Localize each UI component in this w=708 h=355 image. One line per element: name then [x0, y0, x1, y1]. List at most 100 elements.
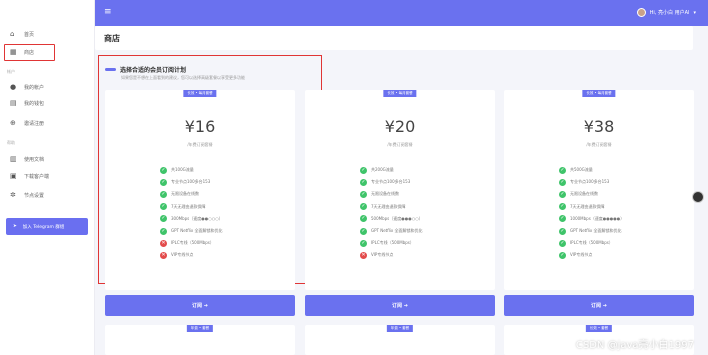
feature-item: ✓ IPLC专线（500Mbps） [360, 237, 423, 249]
feature-item: ✓ 7天无理由退款保障 [160, 201, 223, 213]
sidebar-item-docs[interactable]: ▥ 使用文档 [10, 153, 44, 165]
sidebar-item-settings[interactable]: ✲ 节点设置 [10, 189, 44, 201]
shop-icon: ▦ [10, 47, 17, 56]
feature-text: IPLC专线（500Mbps） [570, 240, 613, 246]
feature-item: ✓ 500Mbps（速度●●●○○） [360, 213, 423, 225]
feature-text: GPT Netflix 全面解锁和优化 [371, 228, 423, 234]
feature-text: IPLC专线（500Mbps） [171, 240, 214, 246]
check-icon: ✓ [559, 227, 566, 235]
check-icon: ✓ [160, 166, 167, 174]
plan-card: 长效 • 每月套餐 ¥38 /年费订阅套餐 ✓ 共500G流量 ✓ 专业节点100多台… [504, 90, 694, 290]
plans-subtitle: 如果您是不想在上面看到的建议，您可以选择高级套餐以享受更多功能 [121, 75, 245, 80]
feature-text: 7天无理由退款保障 [371, 203, 406, 209]
feature-text: 共200G流量 [371, 167, 394, 173]
feature-item: ✓ 7天无理由退款保障 [559, 201, 624, 213]
feature-text: VIP专线节点 [371, 252, 394, 258]
sidebar-item-label: 使用文档 [24, 156, 45, 163]
check-icon: ✓ [360, 166, 367, 174]
plan-card: 年费 • 套餐 [305, 325, 495, 355]
wallet-icon: ▤ [10, 98, 17, 107]
telegram-join-label: 加入 Telegram 群组 [22, 224, 65, 230]
sidebar-item-label: 我的钱包 [24, 100, 45, 107]
check-icon: ✓ [559, 178, 566, 186]
feature-text: 专业节点100多台153 [570, 179, 610, 185]
feature-list: ✓ 共200G流量 ✓ 专业节点100多台153 ✓ 无限设备在线数 ✓ 7天无理由退款保障 ✓… [360, 164, 423, 262]
feature-item: ✓ 1000Mbps（速度●●●●●） [559, 213, 624, 225]
user-menu[interactable]: Hi, 亮小白 用户AI ▾ [636, 8, 696, 17]
order-button[interactable]: 订阅 ➔ [504, 295, 694, 316]
check-icon: ✓ [160, 190, 167, 198]
menu-icon[interactable]: ≡ [104, 8, 112, 17]
feature-item: ✓ GPT Netflix 全面解锁和优化 [559, 225, 624, 237]
sidebar: ⌂ 首页 ▦ 商店 帐户 ● 我的帐户 ▤ 我的钱包 ⊕ 邀请注册 帮助 ▥ 使… [0, 0, 95, 355]
sidebar-item-home[interactable]: ⌂ 首页 [10, 28, 34, 40]
plan-badge: 年费 • 套餐 [186, 325, 214, 332]
sidebar-item-account[interactable]: ● 我的帐户 [10, 81, 44, 93]
feature-item: ✓ 共200G流量 [360, 164, 423, 176]
order-button[interactable]: 订阅 ➔ [105, 295, 295, 316]
plan-period: /年费订阅套餐 [586, 142, 612, 147]
floating-chat-icon[interactable] [692, 191, 704, 203]
doc-icon: ▥ [10, 154, 17, 163]
check-icon: ✓ [559, 190, 566, 198]
sidebar-item-label: 邀请注册 [24, 120, 45, 127]
telegram-join-button[interactable]: ➤ 加入 Telegram 群组 [6, 218, 88, 235]
feature-item: ✕ IPLC专线（500Mbps） [160, 237, 223, 249]
feature-item: ✓ 专业节点100多台153 [160, 176, 223, 188]
topbar: ≡ Hi, 亮小白 用户AI ▾ [95, 0, 708, 26]
sidebar-item-label: 节点设置 [24, 192, 45, 199]
feature-text: 500Mbps（速度●●●○○） [371, 215, 423, 221]
feature-text: VIP专线节点 [171, 252, 194, 258]
feature-list: ✓ 共500G流量 ✓ 专业节点100多台153 ✓ 无限设备在线数 ✓ 7天无理由退款保障 ✓… [559, 164, 624, 262]
sidebar-item-invite[interactable]: ⊕ 邀请注册 [10, 117, 44, 129]
invite-icon: ⊕ [10, 118, 16, 127]
check-icon: ✓ [360, 215, 367, 223]
cross-icon: ✕ [160, 251, 167, 259]
feature-item: ✓ 无限设备在线数 [160, 188, 223, 200]
plan-card: 年费 • 套餐 [105, 325, 295, 355]
plan-badge: 长效 • 每月套餐 [183, 90, 217, 97]
check-icon: ✓ [160, 215, 167, 223]
title-accent-bar [105, 68, 116, 71]
sidebar-item-wallet[interactable]: ▤ 我的钱包 [10, 97, 44, 109]
feature-text: 无限设备在线数 [171, 191, 199, 197]
feature-item: ✓ GPT Netflix 全面解锁和优化 [360, 225, 423, 237]
page-title: 商店 [95, 26, 693, 50]
plan-badge: 年费 • 套餐 [386, 325, 414, 332]
feature-item: ✓ VIP专线节点 [559, 249, 624, 261]
sidebar-item-label: 商店 [24, 49, 35, 56]
feature-item: ✓ 共100G流量 [160, 164, 223, 176]
feature-text: 300Mbps（速度●●○○○） [171, 215, 223, 221]
plans-title: 选择合适的会员订阅计划 [105, 65, 186, 74]
plan-badge: 长效 • 每月套餐 [582, 90, 616, 97]
check-icon: ✓ [559, 166, 566, 174]
check-icon: ✓ [360, 239, 367, 247]
feature-text: VIP专线节点 [570, 252, 593, 258]
plan-card: 长效 • 每月套餐 ¥20 /年费订阅套餐 ✓ 共200G流量 ✓ 专业节点100多台… [305, 90, 495, 290]
cross-icon: ✕ [160, 239, 167, 247]
chevron-down-icon: ▾ [693, 9, 696, 16]
check-icon: ✓ [160, 227, 167, 235]
feature-item: ✓ 300Mbps（速度●●○○○） [160, 213, 223, 225]
plan-badge: 长效 • 每月套餐 [383, 90, 417, 97]
feature-item: ✓ 无限设备在线数 [360, 188, 423, 200]
check-icon: ✓ [360, 227, 367, 235]
feature-item: ✓ 无限设备在线数 [559, 188, 624, 200]
feature-text: 专业节点100多台153 [371, 179, 411, 185]
feature-item: ✕ VIP专线节点 [160, 249, 223, 261]
feature-text: 1000Mbps（速度●●●●●） [570, 215, 625, 221]
check-icon: ✓ [559, 203, 566, 211]
feature-text: 共500G流量 [570, 167, 593, 173]
check-icon: ✓ [559, 239, 566, 247]
plan-price: ¥16 [184, 117, 216, 136]
order-button[interactable]: 订阅 ➔ [305, 295, 495, 316]
feature-text: GPT Netflix 全面解锁和优化 [570, 228, 622, 234]
home-icon: ⌂ [10, 29, 15, 38]
sidebar-item-shop[interactable]: ▦ 商店 [10, 46, 34, 58]
check-icon: ✓ [160, 203, 167, 211]
plan-price: ¥38 [583, 117, 615, 136]
feature-text: 专业节点100多台153 [171, 179, 211, 185]
feature-text: 7天无理由退款保障 [171, 203, 206, 209]
feature-item: ✓ 共500G流量 [559, 164, 624, 176]
sidebar-item-download[interactable]: ▣ 下载客户端 [10, 170, 49, 182]
